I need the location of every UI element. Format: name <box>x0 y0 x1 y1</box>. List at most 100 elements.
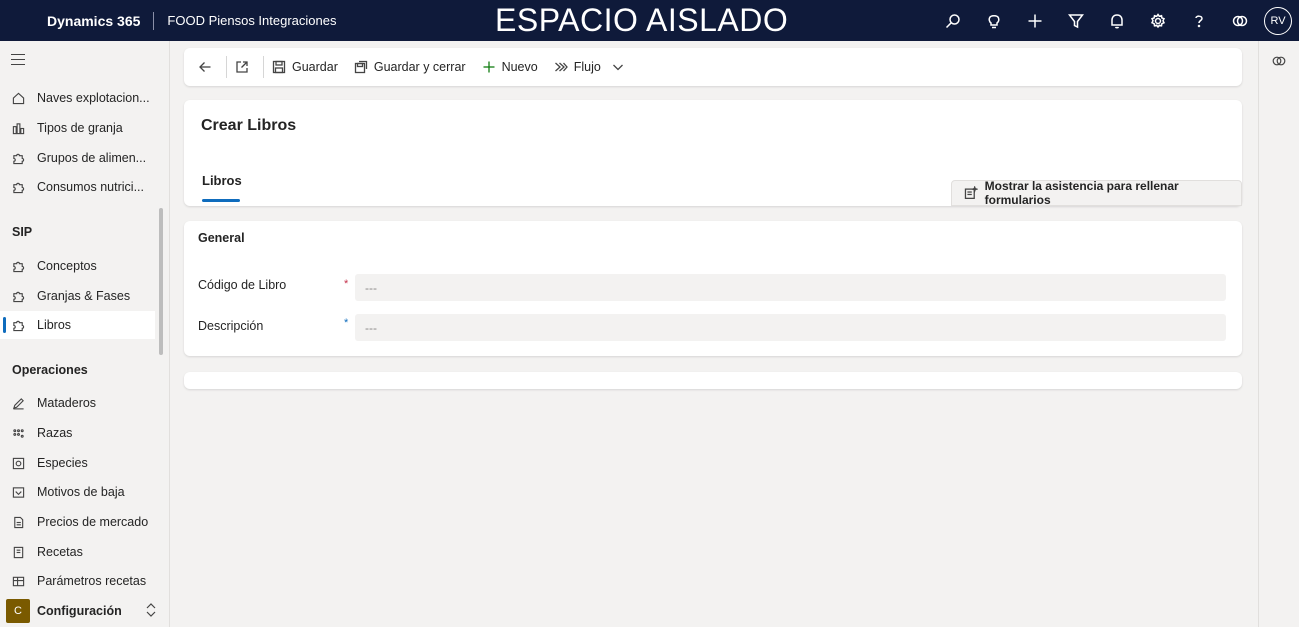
book-icon <box>11 545 25 559</box>
sidebar-item-grupos-alimen[interactable]: Grupos de alimen... <box>0 144 155 172</box>
arrow-left-icon <box>199 62 211 72</box>
puzzle-icon <box>11 289 25 303</box>
flow-label: Flujo <box>573 60 601 74</box>
sidebar-item-label: Motivos de baja <box>37 485 125 499</box>
plus-icon[interactable] <box>1014 0 1055 41</box>
sidebar-scrollbar[interactable] <box>159 208 163 355</box>
search-icon[interactable] <box>932 0 973 41</box>
sidebar-item-recetas[interactable]: Recetas <box>0 538 155 566</box>
area-badge: C <box>6 598 30 623</box>
sidebar-item-naves[interactable]: Naves explotacion... <box>0 84 155 112</box>
title-separator <box>153 11 155 30</box>
tab-selected-indicator <box>202 199 240 202</box>
sidebar-item-label: Consumos nutrici... <box>37 180 144 194</box>
save-button[interactable]: Guardar <box>264 48 346 86</box>
empty-section <box>184 372 1242 389</box>
section-title-operaciones: Operaciones <box>12 363 88 377</box>
puzzle-icon <box>11 259 25 273</box>
plus-icon <box>483 61 495 73</box>
descripcion-field[interactable]: --- <box>355 314 1226 341</box>
sidebar-item-precios-mercado[interactable]: Precios de mercado <box>0 508 155 536</box>
right-rail <box>1258 41 1299 627</box>
puzzle-icon <box>11 180 25 194</box>
sidebar-item-especies[interactable]: Especies <box>0 449 155 477</box>
pen-icon <box>11 396 25 410</box>
form-assist-label: Mostrar la asistencia para rellenar form… <box>984 179 1179 207</box>
bell-icon[interactable] <box>1096 0 1137 41</box>
filter-icon[interactable] <box>1055 0 1096 41</box>
environment-banner: ESPACIO AISLADO <box>495 2 789 38</box>
open-in-new-icon <box>236 61 248 73</box>
chart-icon <box>11 121 25 135</box>
sidebar: Naves explotacion... Tipos de granja Gru… <box>0 41 170 627</box>
descripcion-label: Descripción <box>198 319 264 333</box>
sidebar-item-conceptos[interactable]: Conceptos <box>0 252 155 280</box>
help-icon[interactable] <box>1178 0 1219 41</box>
document-icon <box>11 515 25 529</box>
new-button[interactable]: Nuevo <box>474 48 546 86</box>
recommended-marker: * <box>344 317 349 329</box>
form-fill-icon <box>964 186 978 199</box>
sidebar-item-consumos[interactable]: Consumos nutrici... <box>0 173 155 201</box>
puzzle-icon <box>11 151 25 165</box>
copilot-icon[interactable] <box>1272 54 1286 68</box>
back-button[interactable] <box>184 48 226 86</box>
puzzle-icon <box>11 318 25 332</box>
sidebar-item-granjas-fases[interactable]: Granjas & Fases <box>0 282 155 310</box>
sidebar-item-tipos-granja[interactable]: Tipos de granja <box>0 114 155 142</box>
image-icon <box>11 485 25 499</box>
chevron-up-down-icon <box>146 603 156 617</box>
lightbulb-icon[interactable] <box>973 0 1014 41</box>
gear-grid-icon <box>11 456 25 470</box>
save-label: Guardar <box>292 60 338 74</box>
table-icon <box>11 574 25 588</box>
tab-libros[interactable]: Libros <box>202 173 242 188</box>
chevron-down-icon <box>612 64 623 71</box>
sidebar-item-label: Especies <box>37 456 88 470</box>
save-and-close-button[interactable]: Guardar y cerrar <box>346 48 474 86</box>
sidebar-item-label: Granjas & Fases <box>37 289 131 303</box>
section-title: General <box>198 231 245 245</box>
area-label: Configuración <box>37 603 122 618</box>
sidebar-item-label: Conceptos <box>37 259 97 273</box>
sidebar-item-label: Mataderos <box>37 396 97 410</box>
app-name[interactable]: FOOD Piensos Integraciones <box>167 13 336 28</box>
sidebar-item-label: Grupos de alimen... <box>37 151 147 165</box>
sidebar-item-label: Naves explotacion... <box>37 91 150 105</box>
form-header: Crear Libros Libros Mostrar la asistenci… <box>184 100 1242 207</box>
sidebar-item-mataderos[interactable]: Mataderos <box>0 389 155 417</box>
sidebar-item-motivos-baja[interactable]: Motivos de baja <box>0 478 155 506</box>
sidebar-item-parametros-recetas[interactable]: Parámetros recetas <box>0 567 155 595</box>
sidebar-item-label: Tipos de granja <box>37 121 123 135</box>
sidebar-item-label: Parámetros recetas <box>37 574 147 588</box>
form-assist-button[interactable]: Mostrar la asistencia para rellenar form… <box>951 179 1242 207</box>
sidebar-item-label: Libros <box>37 318 72 332</box>
copilot-icon[interactable] <box>1219 0 1260 41</box>
area-switcher[interactable]: C Configuración <box>0 594 169 627</box>
sidebar-item-label: Razas <box>37 426 73 440</box>
codigo-libro-label: Código de Libro <box>198 278 287 292</box>
new-label: Nuevo <box>501 60 538 74</box>
save-close-icon <box>354 60 368 74</box>
sidebar-item-razas[interactable]: Razas <box>0 419 155 447</box>
hamburger-menu-icon[interactable] <box>11 54 25 69</box>
dots-icon <box>11 426 25 440</box>
top-bar: Dynamics 365 FOOD Piensos Integraciones … <box>0 0 1299 41</box>
command-bar: Guardar Guardar y cerrar Nuevo Flujo <box>184 48 1242 86</box>
sidebar-item-label: Recetas <box>37 545 83 559</box>
home-icon <box>11 91 25 105</box>
sidebar-item-label: Precios de mercado <box>37 515 149 529</box>
open-new-window-button[interactable] <box>227 48 263 86</box>
flow-icon <box>554 62 568 72</box>
user-avatar[interactable]: RV <box>1264 6 1292 35</box>
brand-title[interactable]: Dynamics 365 <box>47 13 140 29</box>
save-icon <box>272 60 286 74</box>
sidebar-item-libros[interactable]: Libros <box>0 311 155 339</box>
codigo-libro-field[interactable]: --- <box>355 274 1226 301</box>
settings-icon[interactable] <box>1137 0 1178 41</box>
page-title: Crear Libros <box>201 117 297 134</box>
save-and-close-label: Guardar y cerrar <box>373 60 466 74</box>
top-icons: RV <box>932 0 1299 41</box>
required-marker: * <box>344 278 349 290</box>
flow-button[interactable]: Flujo <box>546 48 633 86</box>
